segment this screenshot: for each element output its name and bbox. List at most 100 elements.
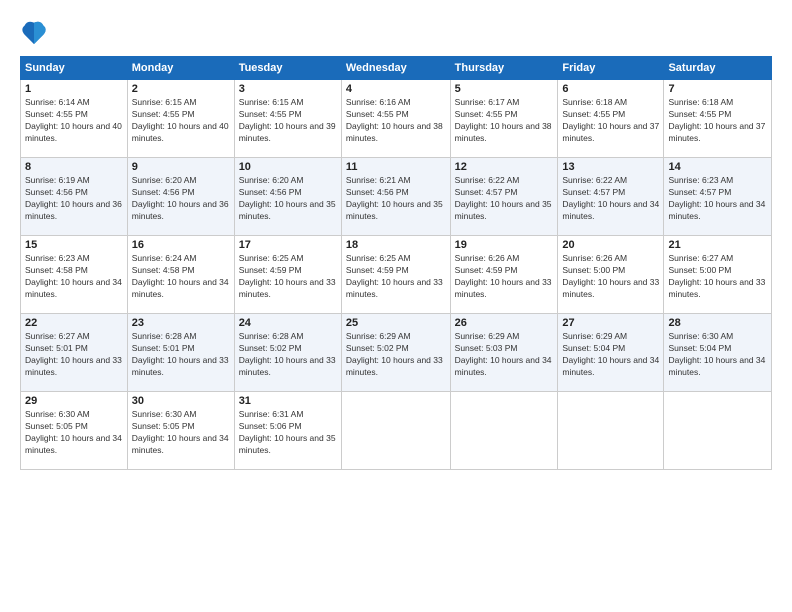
day-number: 31 xyxy=(239,395,337,407)
day-number: 10 xyxy=(239,161,337,173)
day-info: Sunrise: 6:31 AM Sunset: 5:06 PM Dayligh… xyxy=(239,409,337,457)
calendar-cell xyxy=(664,392,772,470)
day-info: Sunrise: 6:28 AM Sunset: 5:02 PM Dayligh… xyxy=(239,331,337,379)
week-row-1: 1 Sunrise: 6:14 AM Sunset: 4:55 PM Dayli… xyxy=(21,80,772,158)
day-number: 21 xyxy=(668,239,767,251)
calendar-cell xyxy=(558,392,664,470)
day-number: 23 xyxy=(132,317,230,329)
day-number: 20 xyxy=(562,239,659,251)
day-number: 17 xyxy=(239,239,337,251)
day-number: 8 xyxy=(25,161,123,173)
day-number: 15 xyxy=(25,239,123,251)
day-number: 14 xyxy=(668,161,767,173)
column-header-thursday: Thursday xyxy=(450,57,558,80)
calendar-cell: 15 Sunrise: 6:23 AM Sunset: 4:58 PM Dayl… xyxy=(21,236,128,314)
calendar-cell xyxy=(450,392,558,470)
day-number: 25 xyxy=(346,317,446,329)
calendar-cell: 4 Sunrise: 6:16 AM Sunset: 4:55 PM Dayli… xyxy=(341,80,450,158)
day-number: 12 xyxy=(455,161,554,173)
day-number: 19 xyxy=(455,239,554,251)
calendar-cell: 12 Sunrise: 6:22 AM Sunset: 4:57 PM Dayl… xyxy=(450,158,558,236)
calendar-cell: 23 Sunrise: 6:28 AM Sunset: 5:01 PM Dayl… xyxy=(127,314,234,392)
day-number: 27 xyxy=(562,317,659,329)
calendar-cell: 17 Sunrise: 6:25 AM Sunset: 4:59 PM Dayl… xyxy=(234,236,341,314)
day-info: Sunrise: 6:25 AM Sunset: 4:59 PM Dayligh… xyxy=(239,253,337,301)
calendar-cell: 8 Sunrise: 6:19 AM Sunset: 4:56 PM Dayli… xyxy=(21,158,128,236)
calendar-cell: 27 Sunrise: 6:29 AM Sunset: 5:04 PM Dayl… xyxy=(558,314,664,392)
day-number: 13 xyxy=(562,161,659,173)
header xyxy=(20,18,772,46)
week-row-4: 22 Sunrise: 6:27 AM Sunset: 5:01 PM Dayl… xyxy=(21,314,772,392)
day-number: 22 xyxy=(25,317,123,329)
calendar-cell: 24 Sunrise: 6:28 AM Sunset: 5:02 PM Dayl… xyxy=(234,314,341,392)
logo-icon xyxy=(20,18,48,46)
day-number: 3 xyxy=(239,83,337,95)
day-number: 29 xyxy=(25,395,123,407)
day-number: 26 xyxy=(455,317,554,329)
day-info: Sunrise: 6:28 AM Sunset: 5:01 PM Dayligh… xyxy=(132,331,230,379)
day-number: 2 xyxy=(132,83,230,95)
calendar-cell: 18 Sunrise: 6:25 AM Sunset: 4:59 PM Dayl… xyxy=(341,236,450,314)
day-info: Sunrise: 6:15 AM Sunset: 4:55 PM Dayligh… xyxy=(239,97,337,145)
calendar-cell: 16 Sunrise: 6:24 AM Sunset: 4:58 PM Dayl… xyxy=(127,236,234,314)
column-header-sunday: Sunday xyxy=(21,57,128,80)
calendar-cell: 5 Sunrise: 6:17 AM Sunset: 4:55 PM Dayli… xyxy=(450,80,558,158)
logo xyxy=(20,18,50,46)
day-number: 9 xyxy=(132,161,230,173)
day-number: 16 xyxy=(132,239,230,251)
day-number: 28 xyxy=(668,317,767,329)
column-header-monday: Monday xyxy=(127,57,234,80)
calendar-cell: 21 Sunrise: 6:27 AM Sunset: 5:00 PM Dayl… xyxy=(664,236,772,314)
calendar-cell: 28 Sunrise: 6:30 AM Sunset: 5:04 PM Dayl… xyxy=(664,314,772,392)
week-row-5: 29 Sunrise: 6:30 AM Sunset: 5:05 PM Dayl… xyxy=(21,392,772,470)
day-info: Sunrise: 6:16 AM Sunset: 4:55 PM Dayligh… xyxy=(346,97,446,145)
day-info: Sunrise: 6:26 AM Sunset: 4:59 PM Dayligh… xyxy=(455,253,554,301)
day-number: 5 xyxy=(455,83,554,95)
day-number: 4 xyxy=(346,83,446,95)
day-info: Sunrise: 6:23 AM Sunset: 4:57 PM Dayligh… xyxy=(668,175,767,223)
header-row: SundayMondayTuesdayWednesdayThursdayFrid… xyxy=(21,57,772,80)
calendar-cell: 30 Sunrise: 6:30 AM Sunset: 5:05 PM Dayl… xyxy=(127,392,234,470)
day-info: Sunrise: 6:30 AM Sunset: 5:05 PM Dayligh… xyxy=(132,409,230,457)
column-header-saturday: Saturday xyxy=(664,57,772,80)
day-number: 18 xyxy=(346,239,446,251)
week-row-3: 15 Sunrise: 6:23 AM Sunset: 4:58 PM Dayl… xyxy=(21,236,772,314)
calendar-cell: 31 Sunrise: 6:31 AM Sunset: 5:06 PM Dayl… xyxy=(234,392,341,470)
day-info: Sunrise: 6:30 AM Sunset: 5:04 PM Dayligh… xyxy=(668,331,767,379)
day-number: 6 xyxy=(562,83,659,95)
calendar-cell: 19 Sunrise: 6:26 AM Sunset: 4:59 PM Dayl… xyxy=(450,236,558,314)
day-info: Sunrise: 6:22 AM Sunset: 4:57 PM Dayligh… xyxy=(562,175,659,223)
calendar-cell: 1 Sunrise: 6:14 AM Sunset: 4:55 PM Dayli… xyxy=(21,80,128,158)
calendar-cell: 9 Sunrise: 6:20 AM Sunset: 4:56 PM Dayli… xyxy=(127,158,234,236)
column-header-friday: Friday xyxy=(558,57,664,80)
day-info: Sunrise: 6:18 AM Sunset: 4:55 PM Dayligh… xyxy=(562,97,659,145)
calendar-cell: 25 Sunrise: 6:29 AM Sunset: 5:02 PM Dayl… xyxy=(341,314,450,392)
day-info: Sunrise: 6:29 AM Sunset: 5:02 PM Dayligh… xyxy=(346,331,446,379)
day-info: Sunrise: 6:20 AM Sunset: 4:56 PM Dayligh… xyxy=(132,175,230,223)
calendar-cell: 20 Sunrise: 6:26 AM Sunset: 5:00 PM Dayl… xyxy=(558,236,664,314)
day-number: 1 xyxy=(25,83,123,95)
day-info: Sunrise: 6:17 AM Sunset: 4:55 PM Dayligh… xyxy=(455,97,554,145)
calendar-table: SundayMondayTuesdayWednesdayThursdayFrid… xyxy=(20,56,772,470)
calendar-cell: 13 Sunrise: 6:22 AM Sunset: 4:57 PM Dayl… xyxy=(558,158,664,236)
day-info: Sunrise: 6:18 AM Sunset: 4:55 PM Dayligh… xyxy=(668,97,767,145)
calendar-cell: 2 Sunrise: 6:15 AM Sunset: 4:55 PM Dayli… xyxy=(127,80,234,158)
day-info: Sunrise: 6:22 AM Sunset: 4:57 PM Dayligh… xyxy=(455,175,554,223)
calendar-cell: 29 Sunrise: 6:30 AM Sunset: 5:05 PM Dayl… xyxy=(21,392,128,470)
column-header-tuesday: Tuesday xyxy=(234,57,341,80)
day-number: 30 xyxy=(132,395,230,407)
column-header-wednesday: Wednesday xyxy=(341,57,450,80)
day-info: Sunrise: 6:29 AM Sunset: 5:03 PM Dayligh… xyxy=(455,331,554,379)
page: SundayMondayTuesdayWednesdayThursdayFrid… xyxy=(0,0,792,612)
day-info: Sunrise: 6:23 AM Sunset: 4:58 PM Dayligh… xyxy=(25,253,123,301)
calendar-cell: 26 Sunrise: 6:29 AM Sunset: 5:03 PM Dayl… xyxy=(450,314,558,392)
day-info: Sunrise: 6:20 AM Sunset: 4:56 PM Dayligh… xyxy=(239,175,337,223)
calendar-cell: 7 Sunrise: 6:18 AM Sunset: 4:55 PM Dayli… xyxy=(664,80,772,158)
day-info: Sunrise: 6:26 AM Sunset: 5:00 PM Dayligh… xyxy=(562,253,659,301)
day-info: Sunrise: 6:25 AM Sunset: 4:59 PM Dayligh… xyxy=(346,253,446,301)
calendar-cell: 22 Sunrise: 6:27 AM Sunset: 5:01 PM Dayl… xyxy=(21,314,128,392)
day-number: 7 xyxy=(668,83,767,95)
day-info: Sunrise: 6:29 AM Sunset: 5:04 PM Dayligh… xyxy=(562,331,659,379)
day-info: Sunrise: 6:19 AM Sunset: 4:56 PM Dayligh… xyxy=(25,175,123,223)
day-info: Sunrise: 6:14 AM Sunset: 4:55 PM Dayligh… xyxy=(25,97,123,145)
